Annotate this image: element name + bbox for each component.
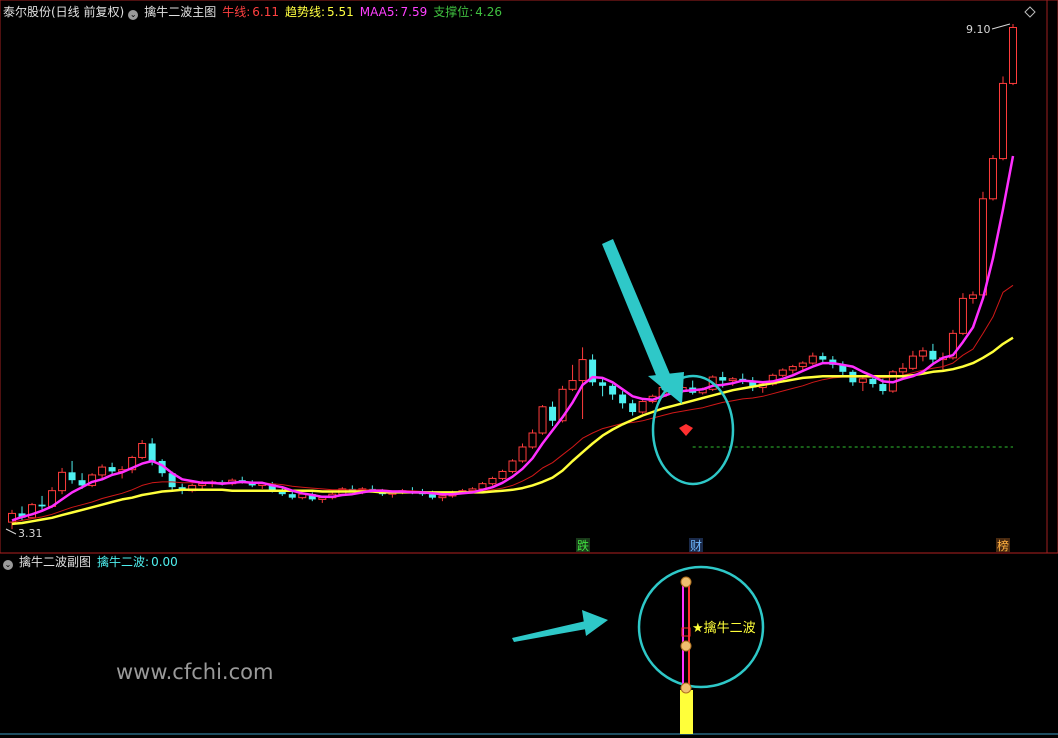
candle xyxy=(998,76,1007,161)
candle-body xyxy=(468,488,477,492)
candle-body xyxy=(638,401,647,413)
candle-body xyxy=(599,382,607,386)
candle-body xyxy=(538,406,547,434)
candle-body xyxy=(58,471,67,492)
candle-body xyxy=(438,495,447,499)
main-indicator-name[interactable]: 擒牛二波主图 xyxy=(144,5,216,19)
candle-body xyxy=(788,366,797,371)
candle-body xyxy=(728,378,737,382)
candle xyxy=(28,502,37,519)
star-signal-label: ★擒牛二波 xyxy=(692,620,756,636)
maa5-label: MAA5: xyxy=(359,5,399,19)
candle xyxy=(188,483,197,493)
sub-indicator-name[interactable]: 擒牛二波副图 xyxy=(19,555,91,569)
candle-body xyxy=(858,378,867,383)
settings-circle-icon[interactable]: ⌄ xyxy=(128,10,139,20)
sub-chart-header: ⌄ 擒牛二波副图 擒牛二波: 0.00 xyxy=(3,555,184,570)
settings-circle-icon-sub[interactable]: ⌄ xyxy=(3,560,13,570)
low-price-label: 3.31 xyxy=(18,527,43,540)
candle-body xyxy=(978,198,987,296)
candle-body xyxy=(138,442,147,458)
chart-frame xyxy=(0,0,1058,735)
arrow-indicator-sub xyxy=(512,620,592,642)
candle-body xyxy=(719,377,727,381)
sub-value: 0.00 xyxy=(151,555,178,569)
support-value: 4.26 xyxy=(475,5,503,19)
candle-body xyxy=(968,294,977,299)
trend-label: 趋势线: xyxy=(284,5,326,19)
candle xyxy=(498,469,507,481)
money-bag-icon-top xyxy=(680,576,692,588)
candle-body xyxy=(568,380,577,390)
watermark: www.cfchi.com xyxy=(116,660,274,684)
money-bag-icon-low xyxy=(680,682,692,694)
candle-body xyxy=(798,362,807,368)
stock-title: 泰尔股份(日线 前复权) xyxy=(3,5,125,19)
marker-cai: 财 xyxy=(690,539,702,553)
niu-value: 6.11 xyxy=(252,5,279,19)
arrow-head-sub xyxy=(582,610,608,636)
niu-label: 牛线: xyxy=(222,5,251,19)
candle-body xyxy=(288,494,296,498)
candle-body xyxy=(958,297,967,334)
candle-body xyxy=(908,355,917,369)
marker-die: 跌 xyxy=(577,538,589,553)
candle-body xyxy=(778,369,787,376)
money-bag-icon-mid xyxy=(680,640,692,652)
candle-body xyxy=(808,355,817,364)
support-label: 支撑位: xyxy=(433,5,474,19)
candle-body xyxy=(918,350,927,357)
candle xyxy=(538,405,547,435)
candle-body xyxy=(879,384,887,392)
candle-body xyxy=(578,359,587,382)
candle-body xyxy=(609,385,617,395)
candle-body xyxy=(988,158,997,200)
candle-body xyxy=(508,460,517,472)
candle xyxy=(638,399,647,414)
main-chart-header: 泰尔股份(日线 前复权) ⌄ 擒牛二波主图 牛线: 6.11 趋势线: 5.51 MAA5: 7… xyxy=(3,5,508,20)
candle xyxy=(58,467,67,495)
candle xyxy=(958,293,967,336)
maa5-value: 7.59 xyxy=(400,5,428,19)
trend-value: 5.51 xyxy=(327,5,354,19)
candle-body xyxy=(929,350,937,360)
candle-body xyxy=(98,466,107,476)
candle xyxy=(488,476,497,486)
candle-body xyxy=(518,446,527,462)
candle-body xyxy=(998,82,1007,160)
candle-body xyxy=(38,504,46,507)
candle xyxy=(508,459,517,474)
candle-body xyxy=(488,477,497,485)
high-price-label: 9.10 xyxy=(966,23,991,36)
candle-body xyxy=(108,467,116,472)
candle xyxy=(1009,24,1017,86)
marker-bang: 榜 xyxy=(997,538,1009,553)
candle xyxy=(778,368,787,378)
candle-body xyxy=(68,472,76,481)
candle-body xyxy=(898,367,907,373)
signal-bar-lower xyxy=(680,690,693,734)
candle xyxy=(978,191,987,297)
candle-body xyxy=(619,394,627,404)
candlestick-chart: ★擒牛二波 9.10 3.31 跌 财 榜 xyxy=(0,0,1058,735)
candle-body xyxy=(498,470,507,479)
candle-body xyxy=(819,356,827,360)
sub-value-label: 擒牛二波: xyxy=(97,555,150,569)
candle-body xyxy=(148,443,156,461)
candle-body xyxy=(1009,26,1017,84)
candle-body xyxy=(528,432,537,448)
candle-body xyxy=(869,378,877,385)
candle-body xyxy=(629,403,637,413)
candle xyxy=(988,155,997,201)
candle-body xyxy=(549,406,557,421)
